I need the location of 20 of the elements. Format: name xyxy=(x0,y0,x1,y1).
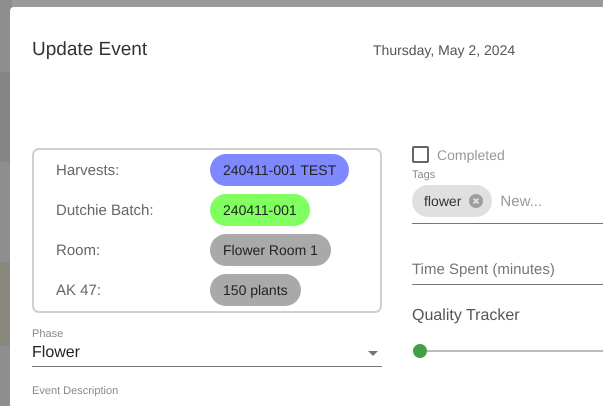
quality-slider[interactable] xyxy=(413,344,603,358)
field-label: Event Description xyxy=(32,385,120,397)
tag-chip: flower xyxy=(412,185,492,217)
info-chip: 240411-001 TEST xyxy=(210,154,350,186)
info-label: AK 47: xyxy=(56,282,102,298)
phase-select[interactable]: Phase Flower xyxy=(32,328,382,367)
info-chip: 240411-001 xyxy=(210,194,310,226)
time-spent-field[interactable]: Time Spent (minutes) xyxy=(412,261,603,285)
info-chip: Flower Room 1 xyxy=(210,234,331,266)
info-label: Harvests: xyxy=(56,162,120,178)
event-date: Thursday, May 2, 2024 xyxy=(373,42,516,58)
dialog-title: Update Event xyxy=(32,39,148,61)
field-label: Tags xyxy=(412,169,436,181)
tags-field[interactable]: Tags flower New... xyxy=(412,169,603,224)
caret-icon xyxy=(368,350,378,356)
slider-label: Quality Tracker xyxy=(412,307,521,325)
info-label: Room: xyxy=(56,242,102,258)
info-label: Dutchie Batch: xyxy=(56,202,155,218)
remove-icon[interactable] xyxy=(469,194,484,208)
info-chip: 150 plants xyxy=(210,274,301,306)
